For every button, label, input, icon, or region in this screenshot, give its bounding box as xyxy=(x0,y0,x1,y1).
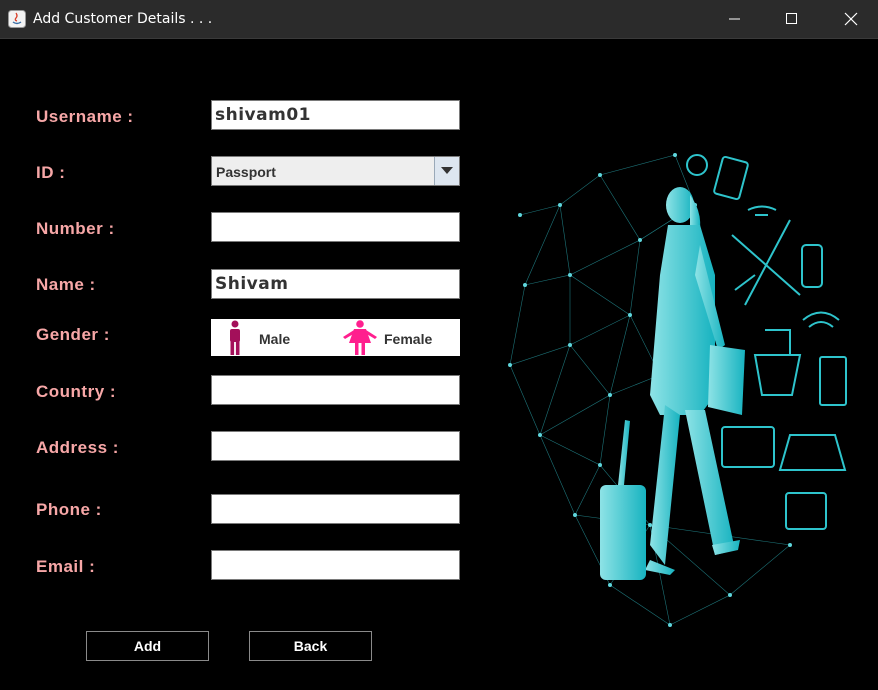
number-label: Number : xyxy=(36,219,115,238)
female-icon[interactable] xyxy=(340,320,380,356)
country-input[interactable] xyxy=(212,376,459,404)
username-field-box xyxy=(211,100,460,130)
maximize-button[interactable] xyxy=(769,0,815,38)
address-input[interactable] xyxy=(212,432,459,460)
close-button[interactable] xyxy=(828,0,874,38)
email-field-box xyxy=(211,550,460,580)
address-field-box xyxy=(211,431,460,461)
username-input[interactable] xyxy=(212,101,459,129)
back-button[interactable]: Back xyxy=(249,631,372,661)
title-bar: Add Customer Details . . . xyxy=(0,0,878,39)
username-label: Username : xyxy=(36,107,134,126)
add-button[interactable]: Add xyxy=(86,631,209,661)
id-type-selected: Passport xyxy=(216,164,276,180)
address-label: Address : xyxy=(36,438,119,457)
minimize-icon xyxy=(729,18,740,20)
name-field-box xyxy=(211,269,460,299)
gender-option-male[interactable]: Male xyxy=(259,331,290,347)
number-field-box xyxy=(211,212,460,242)
travel-illustration xyxy=(508,153,847,627)
dropdown-arrow-button[interactable] xyxy=(434,157,459,185)
email-input[interactable] xyxy=(212,551,459,579)
wifi-icon xyxy=(802,311,840,328)
airplane-icon xyxy=(731,219,801,306)
phone-field-box xyxy=(211,494,460,524)
close-icon xyxy=(844,12,858,26)
gender-option-female[interactable]: Female xyxy=(384,331,432,347)
ship-icon xyxy=(753,329,802,396)
country-field-box xyxy=(211,375,460,405)
minimize-button[interactable] xyxy=(712,0,758,38)
window-title: Add Customer Details . . . xyxy=(33,11,213,27)
car-icon xyxy=(778,434,847,471)
network-mesh xyxy=(509,154,791,626)
male-icon[interactable] xyxy=(225,320,245,356)
gender-panel: Male Female xyxy=(211,319,460,356)
number-input[interactable] xyxy=(212,213,459,241)
name-input[interactable] xyxy=(212,270,459,298)
passport-icon xyxy=(713,155,749,201)
globe-icon xyxy=(686,154,708,176)
id-type-select[interactable]: Passport xyxy=(211,156,460,186)
gender-label: Gender : xyxy=(36,325,110,344)
email-label: Email : xyxy=(36,557,96,576)
sunglasses-icon xyxy=(747,205,777,216)
bed-icon xyxy=(721,426,775,468)
phone-ticket-icon xyxy=(819,356,847,406)
hotel-key-icon xyxy=(785,492,827,530)
id-label: ID : xyxy=(36,163,66,182)
country-label: Country : xyxy=(36,382,117,401)
phone-label: Phone : xyxy=(36,500,102,519)
network-nodes xyxy=(508,153,792,627)
phone-input[interactable] xyxy=(212,495,459,523)
java-app-icon xyxy=(8,10,26,28)
chevron-down-icon xyxy=(441,167,453,174)
traveler-silhouette xyxy=(600,187,745,580)
maximize-icon xyxy=(786,13,797,24)
luggage-icon xyxy=(801,244,823,288)
name-label: Name : xyxy=(36,275,96,294)
